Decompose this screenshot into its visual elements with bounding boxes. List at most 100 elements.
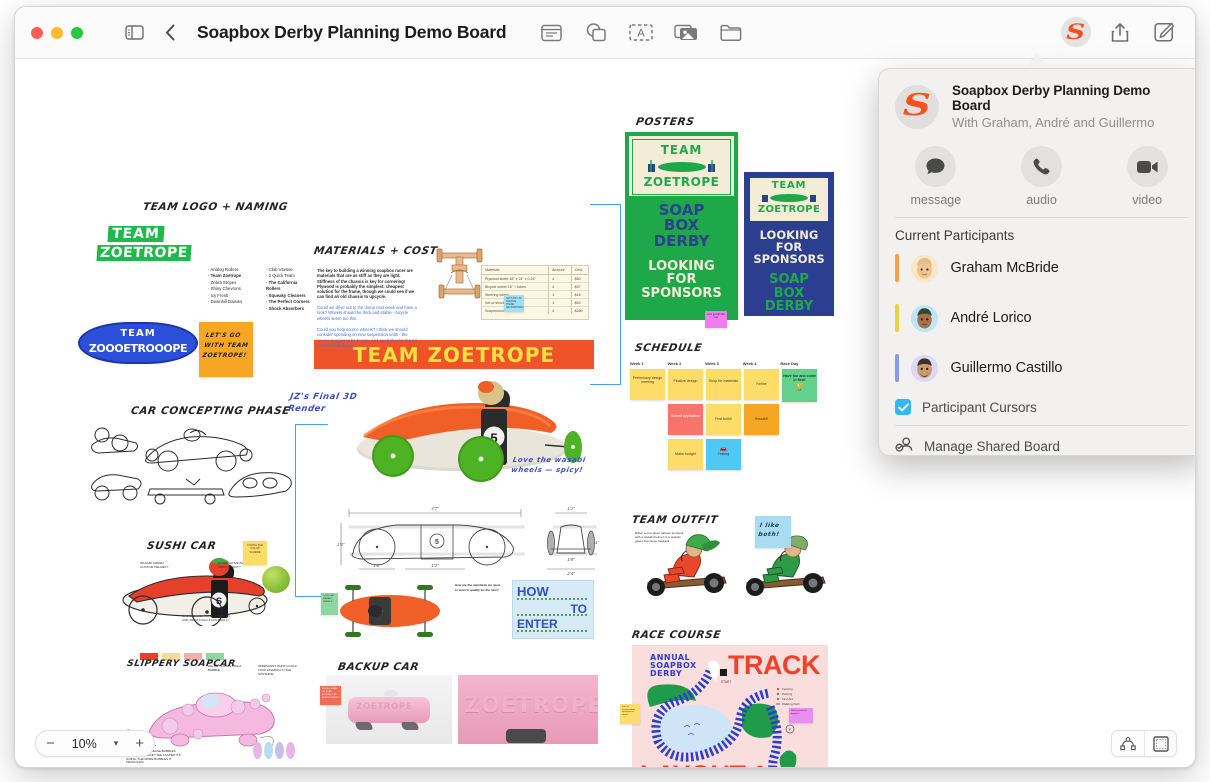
markup-icon[interactable]: [1149, 18, 1179, 46]
chevron-down-icon[interactable]: ▾: [114, 738, 119, 749]
svg-text:2'4": 2'4": [566, 571, 575, 576]
poster-blue[interactable]: TEAM ZOETROPE LOOKING FOR SPONSORS SOAP …: [744, 172, 834, 316]
media-icon[interactable]: [671, 19, 701, 47]
schedule-card[interactable]: Refine: [744, 369, 779, 400]
schedule-card[interactable]: 🚗 Testing: [706, 439, 741, 470]
schedule-card[interactable]: Have fun and come in first! 🏆: [782, 369, 817, 402]
zoom-level-value: 10%: [71, 736, 97, 751]
dim-label: 1'8": [337, 542, 345, 547]
grid-frame-icon[interactable]: [1144, 731, 1176, 756]
section-label-team-logo: TEAM LOGO + NAMING: [142, 201, 289, 213]
race-course-poster[interactable]: ANNUAL SOAPBOX DERBY TRACK LAYOUT START …: [632, 645, 828, 767]
green-logo-line1: TEAM: [107, 226, 165, 242]
bubble-swatch[interactable]: [253, 742, 262, 759]
schedule-card[interactable]: Shop for materials: [706, 369, 741, 400]
schedule-card[interactable]: Submit application: [668, 404, 703, 435]
chassis-sketch[interactable]: [432, 245, 488, 309]
bubble-swatch[interactable]: [275, 742, 284, 759]
sticky-note-secondhand[interactable]: LET'S TRY TO SOURCE THESE SECONDHAND!: [504, 295, 524, 312]
table-row: Set of shock absorbers1$52: [482, 298, 588, 307]
start-label: START: [721, 680, 731, 684]
participant-row[interactable]: Graham McBride: [879, 249, 1195, 287]
car-emoji-icon: 🚗: [719, 446, 728, 452]
shareplay-popover: S Soapbox Derby Planning Demo Board With…: [878, 68, 1195, 457]
sidebar-icon[interactable]: [119, 19, 149, 47]
sticky-note-spectators[interactable]: Can we accommodate spectators at home?: [620, 704, 640, 724]
blueprint-front-view[interactable]: 1'1" 1'8" 1'1" 2'4": [539, 499, 603, 577]
how-to-enter-poster[interactable]: HOW TO ENTER: [512, 580, 594, 639]
popover-board-subtitle: With Graham, André and Guillermo: [952, 115, 1155, 130]
poster-blue-line6: DERBY: [764, 299, 814, 315]
sticky-note-poster-pick[interactable]: Let's go with this one!: [705, 311, 727, 328]
how-to-enter-side-note: How are the standards we need to meet to…: [455, 583, 500, 592]
participant-cursors-toggle[interactable]: Participant Cursors: [879, 399, 1195, 425]
title-bar: Soapbox Derby Planning Demo Board A S: [15, 7, 1195, 59]
connector-line: [590, 204, 621, 205]
car-concept-sketches[interactable]: [90, 421, 295, 509]
popover-header: S Soapbox Derby Planning Demo Board With…: [879, 69, 1195, 140]
poster-green[interactable]: TEAM ZOETROPE SOAP BOX DERBY LOOKING FOR…: [625, 132, 738, 320]
bubble-swatch[interactable]: [286, 742, 295, 759]
sushi-annotation-3: MATTE BLACK PAINT (THE NORI AND TEAM LOG…: [182, 614, 230, 622]
table-header-row: Materials Amount Cost: [482, 266, 588, 275]
topdown-render-car[interactable]: [331, 581, 449, 641]
shapes-icon[interactable]: [581, 19, 611, 47]
poster-blue-line3: SPONSORS: [753, 252, 825, 267]
sticky-note-color-scheme[interactable]: LOVING THE COLOR SCHEME: [243, 541, 267, 565]
popover-arrow: [1026, 53, 1048, 68]
zoom-out-button[interactable]: −: [46, 735, 55, 752]
poster-green-line3: DERBY: [653, 231, 710, 250]
minimize-window-button[interactable]: [51, 26, 63, 39]
audio-action[interactable]: audio: [989, 146, 1095, 207]
materials-cost-table[interactable]: Materials Amount Cost Plywood sheet 48" …: [481, 265, 589, 320]
zoom-control[interactable]: − 10% ▾ +: [35, 730, 155, 757]
svg-text:1'2": 1'2": [431, 563, 439, 568]
participant-name: Guillermo Castillo: [950, 360, 1063, 376]
table-row: Bicycle wheel 16" + tubes 4 $97: [482, 282, 588, 291]
shareplay-icon[interactable]: S: [1061, 17, 1091, 47]
message-action[interactable]: message: [883, 146, 989, 207]
sticky-note-icon[interactable]: [536, 19, 566, 47]
sticky-note-team-decision[interactable]: LET'S GO WITH TEAM ZOETROPE!: [199, 322, 253, 377]
participant-row[interactable]: Guillermo Castillo: [879, 349, 1195, 387]
outfit-figure-salmon[interactable]: [638, 525, 734, 597]
sticky-note-banners[interactable]: Perfect place for banners!: [789, 708, 813, 723]
shareplay-glyph: S: [1066, 18, 1086, 44]
zoom-in-button[interactable]: +: [135, 735, 144, 752]
text-box-icon[interactable]: A: [626, 19, 656, 47]
green-team-logo[interactable]: TEAM ZOETROPE: [96, 225, 192, 262]
bubble-swatch[interactable]: [264, 742, 273, 759]
sticky-note-aerodynamic[interactable]: WOULD A BAR OF SOAP ACTUALLY BE AERODYNA…: [320, 686, 341, 705]
close-window-button[interactable]: [31, 26, 43, 39]
sticky-note-i-like-both[interactable]: I like both!: [755, 516, 791, 548]
svg-text:Walking Path: Walking Path: [782, 702, 800, 706]
schedule-card[interactable]: Rebuild!: [744, 404, 779, 435]
insert-file-icon[interactable]: [716, 19, 746, 47]
phone-icon: [1021, 146, 1062, 187]
poster-blue-line5: BOX: [773, 285, 805, 301]
blue-logo-line1: TEAM: [120, 328, 156, 339]
schedule-card[interactable]: Make budget: [668, 439, 703, 470]
manage-shared-board-row[interactable]: Manage Shared Board: [879, 426, 1195, 457]
slippery-annotation-2: IRIDESCENT PAINT COULD LOOK AMAZING IN T…: [258, 664, 297, 676]
backup-car-photo-1[interactable]: ZOETROPE: [326, 675, 452, 744]
participant-row[interactable]: André Lorico: [879, 299, 1195, 337]
backup-car-photo-2[interactable]: ZOETROPE: [458, 675, 598, 744]
section-label-schedule: SCHEDULE: [634, 342, 704, 354]
table-row: Suspension units 4 $280: [482, 306, 588, 314]
schedule-card[interactable]: Preliminary design meeting: [630, 369, 665, 400]
schedule-card[interactable]: First build!: [706, 404, 741, 435]
schedule-card[interactable]: Finalize design: [668, 369, 703, 400]
blueprint-side-view[interactable]: 4'7" 1'8" 5 1'1" 1'2": [335, 499, 535, 577]
blue-team-logo[interactable]: TEAM ZOOOETROOOPE: [78, 322, 198, 364]
poster-green-line5: FOR: [666, 272, 697, 288]
sticky-note-wasabi-wheels[interactable]: LOVE THE WASABI WHEELS: [321, 593, 338, 615]
chevron-left-icon[interactable]: [155, 19, 185, 47]
node-graph-icon[interactable]: [1112, 731, 1144, 756]
section-label-posters: POSTERS: [635, 116, 696, 128]
video-action[interactable]: video: [1094, 146, 1195, 207]
share-icon[interactable]: [1105, 18, 1135, 46]
checkbox-checked-icon[interactable]: [895, 399, 911, 415]
section-label-sushi-car: SUSHI CAR: [146, 540, 218, 552]
zoom-window-button[interactable]: [71, 26, 83, 39]
